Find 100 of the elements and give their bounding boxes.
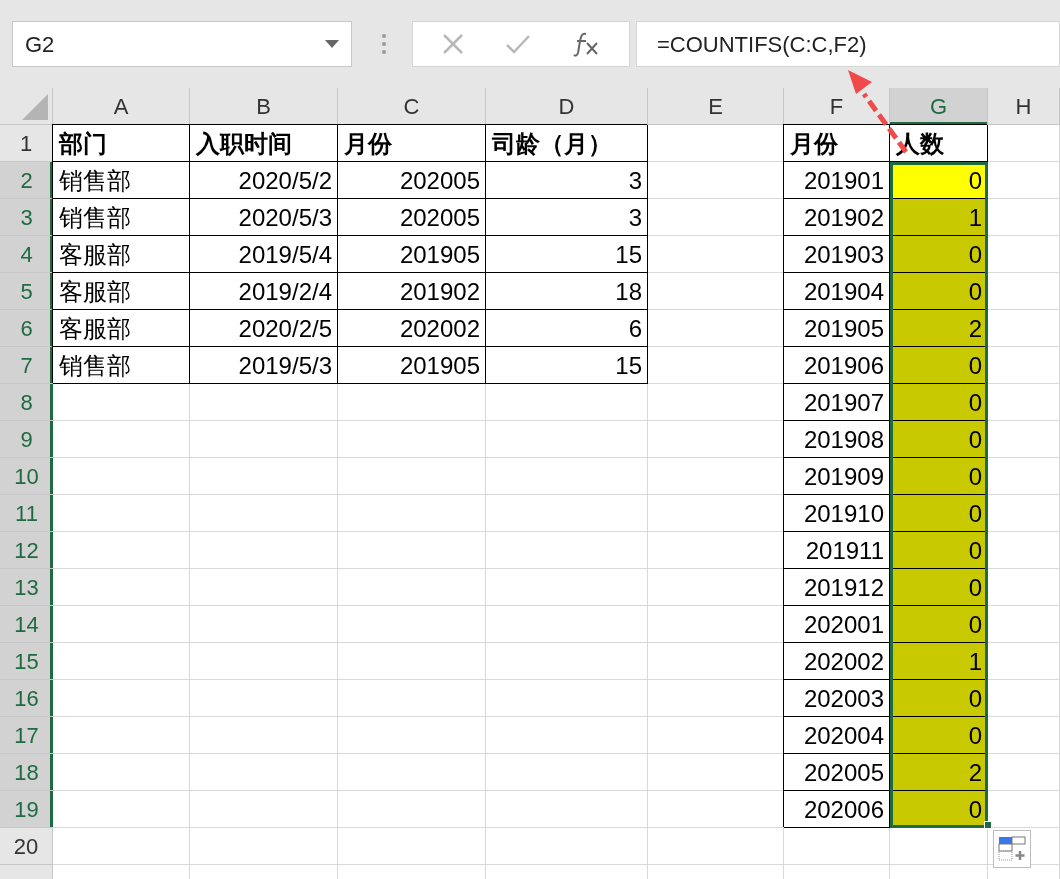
- table-cell[interactable]: 202003: [784, 680, 890, 717]
- grid-cell[interactable]: [53, 606, 190, 643]
- table-cell[interactable]: 0: [890, 791, 988, 828]
- grid-cell[interactable]: [486, 458, 648, 495]
- grid-cell[interactable]: [53, 791, 190, 828]
- grid-cell[interactable]: [988, 125, 1060, 162]
- table-cell[interactable]: 201911: [784, 532, 890, 569]
- table-cell[interactable]: 2019/5/3: [190, 347, 338, 384]
- grid-cell[interactable]: [486, 643, 648, 680]
- grid-cell[interactable]: [486, 791, 648, 828]
- grid-cell[interactable]: [988, 347, 1060, 384]
- name-box[interactable]: G2: [12, 21, 352, 67]
- grid-cell[interactable]: [486, 495, 648, 532]
- table-cell[interactable]: 201904: [784, 273, 890, 310]
- row-header[interactable]: 12: [0, 532, 53, 569]
- table-cell[interactable]: 0: [890, 458, 988, 495]
- check-icon[interactable]: [505, 33, 531, 55]
- grid-cell[interactable]: [486, 421, 648, 458]
- grid-cell[interactable]: [988, 421, 1060, 458]
- row-header[interactable]: 15: [0, 643, 53, 680]
- table-cell[interactable]: 202002: [338, 310, 486, 347]
- grid-cell[interactable]: [988, 273, 1060, 310]
- table-cell[interactable]: 202006: [784, 791, 890, 828]
- table-cell[interactable]: 销售部: [53, 347, 190, 384]
- row-header[interactable]: 18: [0, 754, 53, 791]
- grid-cell[interactable]: [988, 495, 1060, 532]
- table-cell[interactable]: 202005: [338, 199, 486, 236]
- table-cell[interactable]: 0: [890, 421, 988, 458]
- column-header[interactable]: D: [486, 88, 648, 125]
- formula-input[interactable]: =COUNTIFS(C:C,F2): [636, 21, 1060, 67]
- grid-cell[interactable]: [338, 643, 486, 680]
- table-cell[interactable]: 销售部: [53, 199, 190, 236]
- row-header[interactable]: 17: [0, 717, 53, 754]
- grid-cell[interactable]: [486, 384, 648, 421]
- table-cell[interactable]: 2019/2/4: [190, 273, 338, 310]
- grid-cell[interactable]: [486, 754, 648, 791]
- table-cell[interactable]: 202004: [784, 717, 890, 754]
- grid-cell[interactable]: [53, 754, 190, 791]
- table-cell[interactable]: 0: [890, 236, 988, 273]
- row-header[interactable]: 6: [0, 310, 53, 347]
- grid-cell[interactable]: [53, 569, 190, 606]
- grid-cell[interactable]: [53, 643, 190, 680]
- row-header[interactable]: 14: [0, 606, 53, 643]
- grid-cell[interactable]: [190, 384, 338, 421]
- grid-cell[interactable]: [338, 384, 486, 421]
- table-cell[interactable]: 0: [890, 532, 988, 569]
- table-cell[interactable]: 0: [890, 495, 988, 532]
- grid-cell[interactable]: [890, 828, 988, 865]
- table-cell[interactable]: 部门: [53, 125, 190, 162]
- table-cell[interactable]: 2: [890, 310, 988, 347]
- grid-cell[interactable]: [190, 680, 338, 717]
- grid-cell[interactable]: [190, 643, 338, 680]
- table-cell[interactable]: 客服部: [53, 236, 190, 273]
- grid-cell[interactable]: [988, 162, 1060, 199]
- table-cell[interactable]: 客服部: [53, 310, 190, 347]
- table-cell[interactable]: 201912: [784, 569, 890, 606]
- table-cell[interactable]: 15: [486, 347, 648, 384]
- table-cell[interactable]: 201905: [338, 236, 486, 273]
- grid-cell[interactable]: [53, 421, 190, 458]
- paste-options-menu[interactable]: [993, 830, 1031, 868]
- grid-cell[interactable]: [338, 680, 486, 717]
- grid-cell[interactable]: [988, 643, 1060, 680]
- grid-cell[interactable]: [988, 606, 1060, 643]
- grid-cell[interactable]: [338, 495, 486, 532]
- grid-cell[interactable]: [338, 754, 486, 791]
- grid-cell[interactable]: [486, 606, 648, 643]
- table-cell[interactable]: 201902: [338, 273, 486, 310]
- grid-cell[interactable]: [988, 310, 1060, 347]
- column-header[interactable]: H: [988, 88, 1060, 125]
- table-cell[interactable]: 201908: [784, 421, 890, 458]
- row-header[interactable]: 16: [0, 680, 53, 717]
- grid-cell[interactable]: [988, 569, 1060, 606]
- grid-cell[interactable]: [190, 569, 338, 606]
- grid-cell[interactable]: [486, 569, 648, 606]
- table-cell[interactable]: 0: [890, 717, 988, 754]
- grid-cell[interactable]: [486, 717, 648, 754]
- row-header[interactable]: 8: [0, 384, 53, 421]
- table-cell[interactable]: 201902: [784, 199, 890, 236]
- table-cell[interactable]: 201910: [784, 495, 890, 532]
- grid-cell[interactable]: [338, 532, 486, 569]
- dropdown-caret-icon[interactable]: [325, 40, 339, 48]
- grid-cell[interactable]: [190, 754, 338, 791]
- row-header[interactable]: 1: [0, 125, 53, 162]
- grid-cell[interactable]: [53, 532, 190, 569]
- grid-cell[interactable]: [988, 754, 1060, 791]
- grid-cell[interactable]: [648, 828, 784, 865]
- grid-cell[interactable]: [338, 606, 486, 643]
- table-cell[interactable]: 202005: [784, 754, 890, 791]
- grid-cell[interactable]: [988, 680, 1060, 717]
- table-cell[interactable]: 1: [890, 199, 988, 236]
- table-cell[interactable]: 201907: [784, 384, 890, 421]
- grid-cell[interactable]: [988, 532, 1060, 569]
- grid-cell[interactable]: [338, 458, 486, 495]
- row-header[interactable]: 13: [0, 569, 53, 606]
- grid-cell[interactable]: [338, 569, 486, 606]
- row-header[interactable]: [0, 865, 53, 879]
- grid-cell[interactable]: [190, 421, 338, 458]
- table-cell[interactable]: 2020/2/5: [190, 310, 338, 347]
- grid-cell[interactable]: [486, 680, 648, 717]
- grid-cell[interactable]: [988, 199, 1060, 236]
